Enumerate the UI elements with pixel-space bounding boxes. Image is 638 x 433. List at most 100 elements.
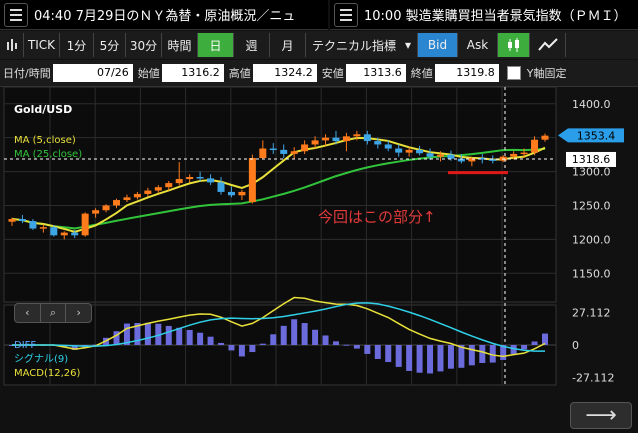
tab-day[interactable]: 日 [198,33,234,57]
candle-body [18,219,26,222]
candle-body [436,154,444,157]
candle-body [123,197,131,201]
candle-body [60,232,68,236]
candle-icon[interactable] [498,33,530,57]
ohlc-bar: 日付/時間 07/26 始値 1316.2 高値 1324.2 安値 1313.… [0,60,638,87]
candle-body [510,153,518,157]
candle-body [374,141,382,145]
macd-tick-label: 0 [572,339,579,352]
current-price-label: 1353.4 [577,129,616,142]
candle-body [144,190,152,194]
candle-body [175,179,183,184]
chevron-down-icon: ▾ [404,38,411,52]
macd-histogram-bar [301,323,308,345]
chevron-right-icon[interactable]: › [66,304,91,322]
tab-month[interactable]: 月 [270,33,306,57]
crosshair-price-label: 1318.6 [572,153,611,166]
macd-histogram-bar [280,325,287,345]
yfix-checkbox[interactable] [506,66,521,80]
macd-legend-item: シグナル(9) [14,352,68,365]
candle-body [39,227,47,229]
technical-label: テクニカル指標 [312,38,397,53]
macd-histogram-bar [197,332,204,345]
candle-body [280,149,288,154]
candle-body [154,187,162,191]
candle-body [81,213,89,236]
macd-histogram-bar [312,329,319,345]
close-value: 1319.8 [434,64,499,82]
candle-body [196,177,204,179]
toolbar: TICK 1分 5分 30分 時間 日 週 月 テクニカル指標 ▾ Bid As… [0,31,638,59]
candle-body [416,149,424,154]
candle-body [71,232,79,236]
date-value: 07/26 [52,64,133,82]
chevron-left-icon[interactable]: ‹ [15,304,41,322]
high-label: 高値 [228,67,251,80]
macd-histogram-bar [165,325,172,345]
candle-body [269,148,277,151]
news-ticker-1[interactable]: 04:40 7月29日のＮＹ為替・原油概況／ニュ [0,0,328,30]
candle-body [332,137,340,142]
macd-histogram-bar [447,345,454,369]
macd-histogram-bar [259,343,266,345]
date-label: 日付/時間 [3,67,51,80]
tab-hour[interactable]: 時間 [162,33,198,57]
scroll-latest-button[interactable]: ⟶ [570,402,632,429]
macd-tick-label: -27.112 [572,371,614,384]
price-chart[interactable]: 1400.01350.01300.01250.01200.01150.005/3… [0,87,638,402]
tab-week[interactable]: 週 [234,33,270,57]
y-tick-label: 1200.0 [572,233,611,246]
candle-body [207,178,215,183]
ticker-text: 10:00 製造業購買担当者景気指数（ＰＭＩ） [364,9,627,24]
chart-type-icon[interactable] [0,33,24,57]
macd-histogram-bar [228,345,235,351]
line-chart-icon[interactable] [530,33,566,57]
ask-button[interactable]: Ask [458,33,498,57]
candle-body [290,151,298,154]
tab-1min[interactable]: 1分 [60,33,94,57]
news-ticker-2[interactable]: 10:00 製造業購買担当者景気指数（ＰＭＩ） [330,0,638,30]
annotation-text: 今回はこの部分↑ [318,208,436,226]
tab-5min[interactable]: 5分 [94,33,126,57]
menu-icon[interactable] [4,2,28,27]
arrow-right-icon: ⟶ [585,403,617,428]
technical-dropdown[interactable]: テクニカル指標 ▾ [306,33,418,57]
tab-tick[interactable]: TICK [24,33,60,57]
macd-histogram-bar [427,345,434,374]
macd-histogram-bar [144,322,151,345]
y-tick-label: 1400.0 [572,98,611,111]
candle-body [489,159,497,161]
low-label: 安値 [321,67,344,80]
macd-tick-label: 27.112 [572,307,611,320]
candle-body [248,158,256,203]
candle-body [405,149,413,153]
candle-body [8,219,16,222]
candle-body [186,177,194,180]
macd-legend-item: DIFF [14,340,36,351]
candle-body [227,191,235,196]
candle-body [322,137,330,141]
candle-body [217,182,225,192]
macd-histogram-bar [176,327,183,345]
tab-30min[interactable]: 30分 [126,33,162,57]
macd-histogram-bar [343,344,350,346]
macd-histogram-bar [374,345,381,359]
candle-body [50,227,58,236]
y-tick-label: 1250.0 [572,199,611,212]
candle-body [113,200,121,206]
ma25-legend: MA (25,close) [14,149,82,160]
macd-histogram-bar [521,345,528,350]
macd-histogram-bar [531,341,538,345]
ma5-legend: MA (5,close) [14,135,76,146]
bid-button[interactable]: Bid [418,33,458,57]
candle-body [342,136,350,142]
menu-icon[interactable] [334,2,358,27]
macd-histogram-bar [186,329,193,345]
macd-histogram-bar [332,341,339,345]
macd-histogram-bar [468,345,475,366]
search-icon[interactable]: ⌕ [41,304,67,322]
candle-body [92,210,100,214]
macd-histogram-bar [437,345,444,372]
low-value: 1313.6 [345,64,406,82]
candle-body [29,221,37,229]
